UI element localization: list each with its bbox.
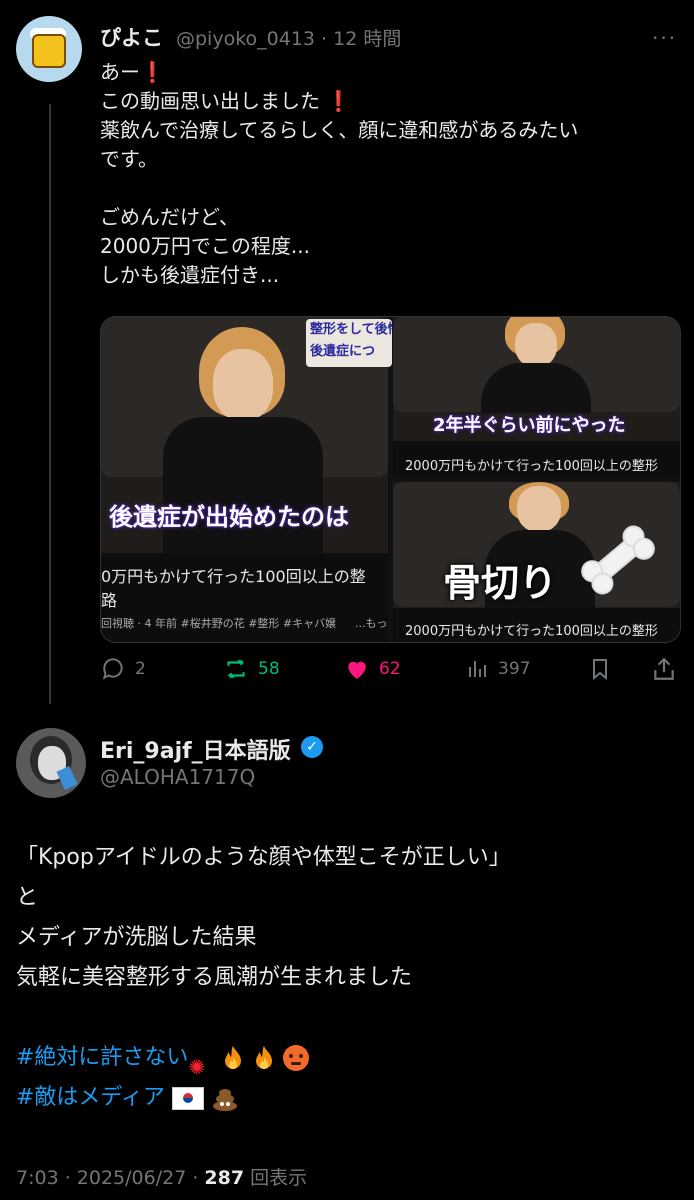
video-caption: 後遺症が出始めたのは (109, 503, 349, 531)
person-face (213, 349, 273, 421)
video-info-strip: 0万円もかけて行った100回以上の整 路 回視聴 · 4 年前 #桜井野の花 #… (101, 553, 388, 642)
share-button[interactable] (651, 656, 677, 682)
media-grid[interactable]: 整形をして後悔 後遺症につ 後遺症が出始めたのは 0万円もかけて行った100回以… (100, 316, 681, 643)
exclamation-icon: ❗ (326, 89, 352, 113)
tweet-line: です。 (100, 147, 158, 171)
video-caption: 2年半ぐらい前にやった (433, 415, 626, 436)
like-count: 62 (379, 659, 401, 679)
video-title: 0万円もかけて行った100回以上の整 (101, 567, 366, 586)
verified-badge-icon: ✓ (301, 736, 323, 758)
person-shirt (163, 417, 323, 557)
video-thumbnail-top-right[interactable]: 2年半ぐらい前にやった 2000万円もかけて行った100回以上の整形 (393, 317, 680, 477)
avatar[interactable] (16, 16, 82, 82)
author-handle[interactable]: @piyoko_0413 (176, 28, 315, 50)
fire-emoji-icon (225, 1046, 242, 1069)
post-time[interactable]: 12 時間 (333, 28, 401, 50)
tweet-line: しかも後遺症付き... (100, 263, 280, 287)
tweet-text: 「Kpopアイドルのような顔や体型こそが正しい」 と メディアが洗脳した結果 気… (16, 838, 676, 1118)
author-name[interactable]: ぴよこ (100, 22, 163, 52)
author-handle-time[interactable]: @piyoko_0413 · 12 時間 (176, 24, 401, 51)
tweet-line: 2000万円でこの程度... (100, 234, 310, 258)
hashtag-link[interactable]: #絶対に許さない (16, 1045, 188, 1070)
corner-text: 後遺症につ (310, 344, 376, 359)
anger-emoji-icon: ✺ (188, 1055, 206, 1079)
video-caption: 骨切り (443, 561, 558, 605)
tweet-line: あー (100, 60, 140, 84)
video-title: 2000万円もかけて行った100回以上の整形 (405, 624, 658, 639)
tweet-line: この動画思い出しました (100, 89, 320, 113)
person-face (517, 486, 561, 532)
views-button[interactable]: 397 (466, 656, 530, 682)
tweet-line: 薬飲んで治療してるらしく、顔に違和感があるみたい (100, 118, 579, 142)
video-meta: 回視聴 · 4 年前 #桜井野の花 #整形 #キャバ嬢 (101, 617, 337, 630)
post-timestamp[interactable]: 7:03 · 2025/06/27 · (16, 1167, 204, 1189)
tweet-line: 気軽に美容整形する風潮が生まれました (16, 965, 413, 990)
video-info-strip: 2000万円もかけて行った100回以上の整形 (393, 441, 680, 477)
bookmark-icon (593, 659, 607, 681)
author-handle[interactable]: @ALOHA1717Q (100, 765, 255, 789)
corner-banner: 整形をして後悔 後遺症につ (306, 319, 392, 367)
tweet-text: あー❗ この動画思い出しました ❗ 薬飲んで治療してるらしく、顔に違和感があるみ… (100, 58, 670, 290)
view-label: 回表示 (250, 1167, 308, 1189)
retweet-count: 58 (258, 659, 280, 679)
video-thumbnail-bottom-right[interactable]: 骨切り 2000万円もかけて行った100回以上の整形 (393, 482, 680, 642)
bone-icon (581, 525, 655, 595)
tweet-line: メディアが洗脳した結果 (16, 925, 257, 950)
fire-emoji-icon (256, 1046, 273, 1069)
korea-flag-emoji-icon (171, 1086, 204, 1110)
video-title: 2000万円もかけて行った100回以上の整形 (405, 459, 658, 474)
views-count: 397 (498, 659, 531, 679)
bookmark-button[interactable] (588, 656, 612, 682)
person-shirt (481, 363, 591, 413)
tweet-line: と (16, 885, 39, 910)
like-button[interactable]: 62 (343, 656, 401, 682)
angry-face-emoji-icon (283, 1045, 310, 1071)
tweet-line: 「Kpopアイドルのような顔や体型こそが正しい」 (16, 845, 511, 870)
video-thumbnail-large[interactable]: 整形をして後悔 後遺症につ 後遺症が出始めたのは 0万円もかけて行った100回以… (101, 317, 392, 642)
retweet-button[interactable]: 58 (222, 656, 280, 682)
tweet-line: ごめんだけど、 (100, 205, 239, 229)
retweet-icon (227, 659, 245, 679)
reply-count: 2 (135, 659, 146, 679)
post-footer: 7:03 · 2025/06/27 · 287 回表示 (16, 1163, 307, 1190)
reply-button[interactable]: 2 (100, 656, 146, 682)
author-name[interactable]: Eri_9ajf_日本語版 (100, 733, 291, 765)
corner-text: 整形をして後悔 (310, 322, 392, 337)
share-icon (654, 657, 674, 680)
thread-line (49, 104, 51, 704)
video-title: 路 (101, 591, 118, 610)
avatar-card (56, 765, 78, 791)
more-options-icon[interactable]: ··· (652, 26, 677, 50)
avatar[interactable] (16, 728, 86, 798)
tweet-line (100, 174, 670, 203)
exclamation-icon: ❗ (140, 60, 165, 84)
view-count: 287 (204, 1167, 245, 1189)
video-info-strip: 2000万円もかけて行った100回以上の整形 (393, 608, 680, 642)
reply-icon (102, 658, 123, 680)
poo-emoji-icon (212, 1089, 237, 1111)
person-face (515, 323, 557, 367)
video-more[interactable]: ...もっ (355, 615, 388, 631)
hashtag-link[interactable]: #敵はメディア (16, 1085, 165, 1110)
tweet-line (16, 998, 676, 1038)
heart-icon (348, 661, 366, 679)
views-icon (469, 661, 486, 677)
beer-icon (32, 34, 66, 68)
